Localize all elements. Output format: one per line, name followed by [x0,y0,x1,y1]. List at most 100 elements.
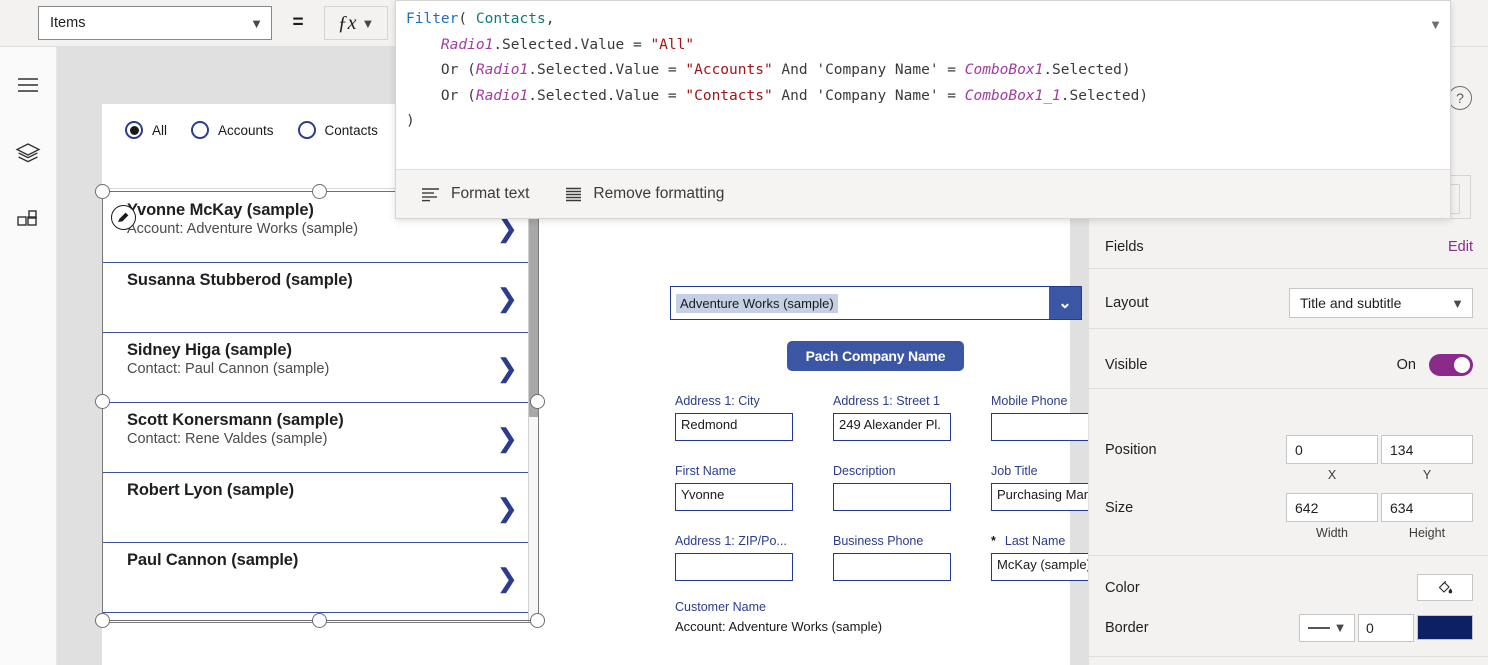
resize-handle-bottom-center[interactable] [312,613,327,628]
border-width-input[interactable]: 0 [1358,614,1414,642]
layout-label: Layout [1105,295,1289,311]
gallery-item[interactable]: Paul Cannon (sample) ❯ [103,543,538,613]
formula-token: .Selected) [1043,62,1130,78]
resize-handle-middle-right[interactable] [530,394,545,409]
formula-token: ( [458,11,475,27]
layout-select[interactable]: Title and subtitle ▼ [1289,288,1473,318]
formula-token: .Selected.Value = [528,88,685,104]
combobox-value: Adventure Works (sample) [676,294,838,313]
border-style-select[interactable]: ▼ [1299,614,1355,642]
form-field-description: Description [833,464,991,511]
formula-code[interactable]: Filter( Contacts, Radio1.Selected.Value … [396,1,1450,170]
visible-toggle[interactable] [1429,354,1473,376]
resize-handle-bottom-left[interactable] [95,613,110,628]
visible-label: Visible [1105,357,1397,373]
gallery-item[interactable]: Sidney Higa (sample) Contact: Paul Canno… [103,333,538,403]
gallery-item-title: Paul Cannon (sample) [127,551,538,570]
position-y-input[interactable]: 134 [1381,435,1473,464]
equals-sign: = [286,12,310,34]
chevron-right-icon[interactable]: ❯ [496,495,518,521]
chevron-down-icon[interactable]: ▼ [1429,17,1442,32]
radio-unselected-icon [298,121,316,139]
formula-token: ComboBox1_1 [965,88,1061,104]
formula-token: Radio1 [441,37,493,53]
help-icon[interactable]: ? [1448,86,1472,110]
remove-formatting-button[interactable]: Remove formatting [565,185,724,203]
resize-handle-bottom-right[interactable] [530,613,545,628]
properties-row-position: Position 0 134 [1089,435,1488,464]
field-label: First Name [675,464,833,478]
remove-formatting-label: Remove formatting [593,185,724,203]
resize-handle-middle-left[interactable] [95,394,110,409]
chevron-right-icon[interactable]: ❯ [496,565,518,591]
formula-token: "Accounts" [685,62,772,78]
format-text-button[interactable]: Format text [421,185,529,203]
form-field-customer-name: Customer Name Account: Adventure Works (… [675,600,1088,634]
formula-token: , [546,11,555,27]
gallery-control[interactable]: Yvonne McKay (sample) Account: Adventure… [102,193,539,623]
chevron-down-icon[interactable]: ⌄ [1049,287,1081,319]
field-input[interactable] [833,483,951,511]
field-input[interactable]: Yvonne [675,483,793,511]
field-input[interactable]: Purchasing Manager [991,483,1088,511]
formula-token: "All" [650,37,694,53]
form-row: Address 1: ZIP/Po... Business Phone *Las… [675,534,1088,581]
hamburger-menu-icon[interactable] [12,69,44,101]
gallery-item[interactable]: Susanna Stubberod (sample) ❯ [103,263,538,333]
color-fill-button[interactable] [1417,574,1473,601]
format-text-label: Format text [451,185,529,203]
fx-button[interactable]: ƒx ▼ [324,6,388,40]
field-label: Address 1: City [675,394,833,408]
formula-token: Filter [406,11,458,27]
field-label: Job Title [991,464,1088,478]
field-label: Mobile Phone [991,394,1088,408]
insert-components-icon[interactable] [12,205,44,237]
company-combobox[interactable]: Adventure Works (sample) ⌄ [670,286,1082,320]
gallery-item[interactable]: Robert Lyon (sample) ❯ [103,473,538,543]
field-input[interactable]: McKay (sample) [991,553,1088,581]
tree-view-layers-icon[interactable] [12,137,44,169]
patch-company-name-button[interactable]: Pach Company Name [787,341,964,371]
left-rail [0,47,57,665]
gallery-item-title: Sidney Higa (sample) [127,341,538,360]
resize-handle-top-center[interactable] [312,184,327,199]
fields-edit-link[interactable]: Edit [1448,239,1473,255]
field-input[interactable] [675,553,793,581]
formula-bar-toolbar: Format text Remove formatting [396,169,1450,218]
radio-option-accounts[interactable]: Accounts [191,121,274,139]
position-x-input[interactable]: 0 [1286,435,1378,464]
radio-option-contacts[interactable]: Contacts [298,121,378,139]
formula-token: .Selected.Value = [493,37,650,53]
field-label: Customer Name [675,600,1088,614]
size-height-input[interactable]: 634 [1381,493,1473,522]
radio-option-all[interactable]: All [125,121,167,139]
resize-handle-top-left[interactable] [95,184,110,199]
chevron-right-icon[interactable]: ❯ [496,425,518,451]
form-field-business-phone: Business Phone [833,534,991,581]
field-input[interactable]: 249 Alexander Pl. [833,413,951,441]
required-asterisk-icon: * [991,534,996,548]
gallery-item-title: Robert Lyon (sample) [127,481,538,500]
field-input[interactable]: Redmond [675,413,793,441]
gallery-item[interactable]: Scott Konersmann (sample) Contact: Rene … [103,403,538,473]
visible-state-text: On [1397,357,1416,373]
radio-label: Contacts [325,123,378,138]
edit-pencil-icon[interactable] [111,205,136,230]
properties-row-visible: Visible On [1089,346,1488,384]
properties-row-layout: Layout Title and subtitle ▼ [1089,283,1488,323]
property-select[interactable]: Items ▼ [38,6,272,40]
radio-label: Accounts [218,123,274,138]
formula-token: Or ( [406,62,476,78]
field-input[interactable] [991,413,1088,441]
size-width-input[interactable]: 642 [1286,493,1378,522]
chevron-right-icon[interactable]: ❯ [496,355,518,381]
chevron-right-icon[interactable]: ❯ [496,285,518,311]
gallery-scrollbar-thumb[interactable] [529,193,539,417]
field-label: Description [833,464,991,478]
field-label: Address 1: Street 1 [833,394,991,408]
radio-unselected-icon [191,121,209,139]
formula-bar[interactable]: Filter( Contacts, Radio1.Selected.Value … [395,0,1451,219]
border-color-swatch[interactable] [1417,615,1473,640]
field-input[interactable] [833,553,951,581]
form-field-job-title: Job Title Purchasing Manager [991,464,1088,511]
